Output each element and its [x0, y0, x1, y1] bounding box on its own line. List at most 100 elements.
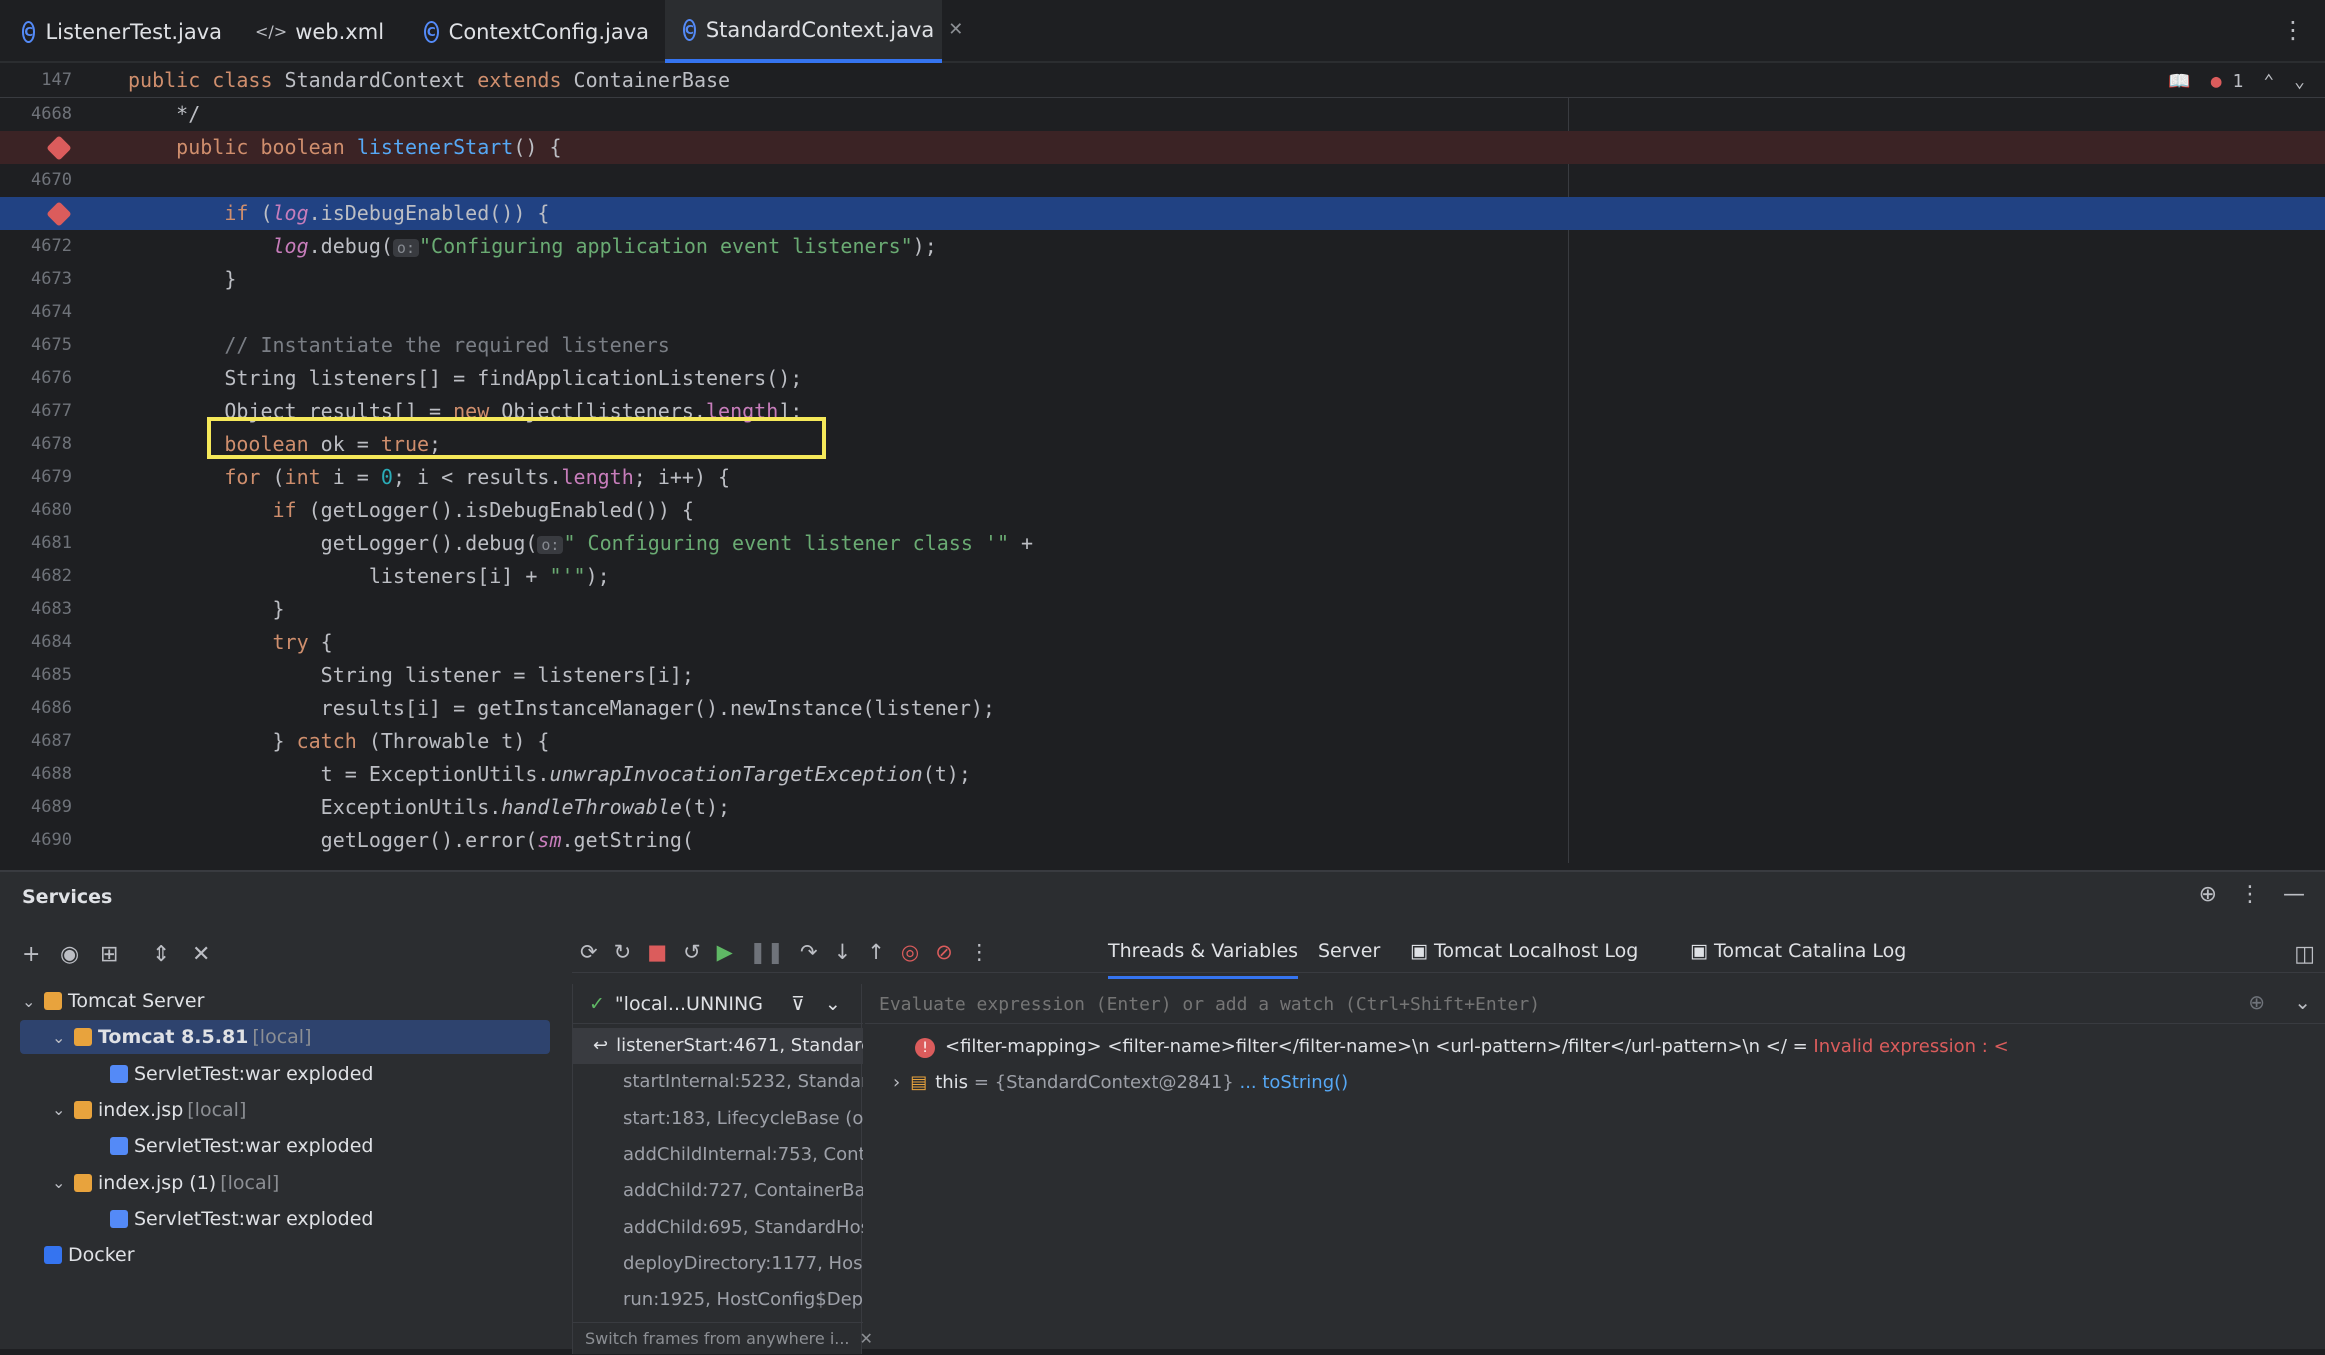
- stack-frame[interactable]: ↩ listenerStart:4671, Standard: [573, 1028, 863, 1064]
- tab-web-xml[interactable]: </> web.xml: [255, 0, 385, 63]
- tree-node[interactable]: ServletTest:war exploded: [0, 1057, 550, 1091]
- code-line[interactable]: 4683 }: [0, 593, 2325, 626]
- code-line[interactable]: if (log.isDebugEnabled()) {: [0, 197, 2325, 230]
- code-line[interactable]: 4688 t = ExceptionUtils.unwrapInvocation…: [0, 758, 2325, 791]
- code-line[interactable]: 4674: [0, 296, 2325, 329]
- code-editor[interactable]: 4668 */ public boolean listenerStart() {…: [0, 63, 2325, 863]
- line-number: 4681: [31, 533, 72, 553]
- step-into-icon[interactable]: ↓: [834, 940, 852, 964]
- code-text: public boolean listenerStart() {: [176, 135, 562, 159]
- code-line[interactable]: 4685 String listener = listeners[i];: [0, 659, 2325, 692]
- code-line[interactable]: 4679 for (int i = 0; i < results.length;…: [0, 461, 2325, 494]
- line-number: 4686: [31, 698, 72, 718]
- code-line[interactable]: 4670: [0, 164, 2325, 197]
- stack-frame[interactable]: addChildInternal:753, Conta: [573, 1137, 863, 1173]
- layout-icon[interactable]: ◫: [2294, 942, 2315, 967]
- line-number: 4676: [31, 368, 72, 388]
- chevron-down-icon[interactable]: ⌄: [52, 1173, 74, 1192]
- eye-icon[interactable]: ◉: [60, 942, 79, 967]
- reload-icon[interactable]: ↺: [683, 940, 701, 964]
- new-group-icon[interactable]: ⊞: [100, 942, 118, 967]
- code-line[interactable]: 4680 if (getLogger().isDebugEnabled()) {: [0, 494, 2325, 527]
- tab-standardcontext[interactable]: C StandardContext.java ✕: [665, 0, 963, 63]
- variable-this[interactable]: › ▤ this = {StandardContext@2841} ... toSt…: [893, 1072, 1348, 1093]
- code-line[interactable]: 4690 getLogger().error(sm.getString(: [0, 824, 2325, 857]
- code-text: getLogger().debug(o: " Configuring event …: [128, 531, 1034, 555]
- code-line[interactable]: 4676 String listeners[] = findApplicatio…: [0, 362, 2325, 395]
- code-line[interactable]: 4681 getLogger().debug(o: " Configuring e…: [0, 527, 2325, 560]
- tree-node[interactable]: ⌄ Tomcat Server: [0, 984, 550, 1018]
- view-breakpoints-icon[interactable]: ◎: [901, 940, 919, 964]
- artifact-icon: [110, 1209, 128, 1228]
- code-line[interactable]: 4682 listeners[i] + "'");: [0, 560, 2325, 593]
- stack-frame[interactable]: addChild:695, StandardHost: [573, 1210, 863, 1246]
- code-line[interactable]: 4684 try {: [0, 626, 2325, 659]
- step-out-icon[interactable]: ↑: [867, 940, 885, 964]
- restart-icon[interactable]: ↻: [614, 940, 632, 964]
- expand-all-icon[interactable]: ⇕: [152, 942, 170, 967]
- resume-icon[interactable]: ▶: [717, 940, 733, 964]
- chevron-down-icon[interactable]: ⌄: [52, 1100, 74, 1119]
- rerun-icon[interactable]: ⟳: [580, 940, 598, 964]
- services-tree: ⌄ Tomcat Server ⌄ Tomcat 8.5.81 [local] Serv…: [0, 984, 565, 1354]
- collapse-all-icon[interactable]: ✕: [192, 942, 210, 967]
- tree-node[interactable]: ServletTest:war exploded: [0, 1129, 550, 1163]
- services-title: Services: [22, 886, 113, 908]
- mute-breakpoints-icon[interactable]: ⊘: [935, 940, 953, 964]
- close-icon[interactable]: ✕: [948, 19, 963, 40]
- minimize-icon[interactable]: —: [2283, 882, 2305, 907]
- stack-frame[interactable]: startInternal:5232, Standard: [573, 1064, 863, 1100]
- breakpoint-icon[interactable]: [46, 135, 72, 161]
- target-icon[interactable]: ⊕: [2199, 882, 2217, 907]
- line-number: 4673: [31, 269, 72, 289]
- add-watch-icon[interactable]: ⊕: [2248, 990, 2265, 1014]
- field-icon: ▤: [910, 1072, 928, 1093]
- breakpoint-icon[interactable]: [46, 201, 72, 227]
- code-line[interactable]: 4686 results[i] = getInstanceManager().n…: [0, 692, 2325, 725]
- stack-frame[interactable]: run:1925, HostConfig$Deplo: [573, 1282, 863, 1318]
- thread-selector[interactable]: ✓ "local...UNNING ⊽ ⌄: [573, 984, 863, 1024]
- stack-frame[interactable]: addChild:727, ContainerBase: [573, 1173, 863, 1209]
- evaluate-expression-input[interactable]: [879, 990, 2179, 1018]
- stack-frame[interactable]: start:183, LifecycleBase (org.: [573, 1101, 863, 1137]
- sticky-header: 147 public class StandardContext extends…: [0, 63, 2325, 98]
- reader-mode-icon[interactable]: 📖: [2168, 71, 2190, 92]
- stack-frame[interactable]: deployDirectory:1177, HostC: [573, 1246, 863, 1282]
- tab-listenertest[interactable]: C ListenerTest.java: [22, 0, 222, 63]
- tab-server[interactable]: Server: [1318, 940, 1380, 962]
- variable-error[interactable]: ! <filter-mapping> <filter-name>filter</f…: [915, 1036, 2009, 1058]
- tree-node[interactable]: ⌄ index.jsp (1) [local]: [0, 1166, 550, 1200]
- tab-tomcat-catalina-log[interactable]: ▣ Tomcat Catalina Log: [1690, 940, 1906, 962]
- step-over-icon[interactable]: ↷: [800, 940, 818, 964]
- more-vertical-icon[interactable]: ⋮: [2239, 882, 2261, 907]
- tree-node[interactable]: ⌄ index.jsp [local]: [0, 1093, 550, 1127]
- error-count[interactable]: ● 1: [2211, 71, 2244, 92]
- code-line[interactable]: 4689 ExceptionUtils.handleThrowable(t);: [0, 791, 2325, 824]
- more-vertical-icon[interactable]: ⋮: [969, 940, 990, 964]
- code-line[interactable]: 4673 }: [0, 263, 2325, 296]
- code-line[interactable]: 4672 log.debug(o: "Configuring applicatio…: [0, 230, 2325, 263]
- chevron-down-icon[interactable]: ⌄: [52, 1028, 74, 1047]
- code-text: String listeners[] = findApplicationList…: [128, 366, 803, 390]
- tree-node[interactable]: Docker: [0, 1238, 550, 1272]
- tree-node[interactable]: ⌄ Tomcat 8.5.81 [local]: [20, 1020, 550, 1055]
- pause-icon[interactable]: ❚❚: [749, 940, 784, 964]
- chevron-right-icon[interactable]: ›: [893, 1072, 900, 1093]
- tree-node[interactable]: ServletTest:war exploded: [0, 1202, 550, 1236]
- tab-tomcat-localhost-log[interactable]: ▣ Tomcat Localhost Log: [1410, 940, 1638, 962]
- chevron-down-icon[interactable]: ⌄: [2294, 71, 2305, 92]
- chevron-up-icon[interactable]: ⌃: [2263, 71, 2274, 92]
- more-vertical-icon[interactable]: ⋮: [2281, 16, 2305, 44]
- services-panel: Services ⊕ ⋮ — + ◉ ⊞ ⇕ ✕ ⟳ ↻ ■ ↺ ▶ ❚❚ ↷ …: [0, 870, 2325, 1354]
- stop-icon[interactable]: ■: [647, 940, 667, 964]
- code-line[interactable]: 4668 */: [0, 98, 2325, 131]
- code-line[interactable]: 4687 } catch (Throwable t) {: [0, 725, 2325, 758]
- add-icon[interactable]: +: [22, 942, 40, 967]
- code-line[interactable]: 4675 // Instantiate the required listene…: [0, 329, 2325, 362]
- tab-threads-variables[interactable]: Threads & Variables: [1108, 940, 1299, 979]
- tab-contextconfig[interactable]: C ContextConfig.java: [424, 0, 649, 63]
- chevron-down-icon[interactable]: ⌄: [22, 992, 44, 1011]
- chevron-down-icon[interactable]: ⌄: [2294, 990, 2311, 1014]
- code-line[interactable]: public boolean listenerStart() {: [0, 131, 2325, 164]
- line-number: 4689: [31, 797, 72, 817]
